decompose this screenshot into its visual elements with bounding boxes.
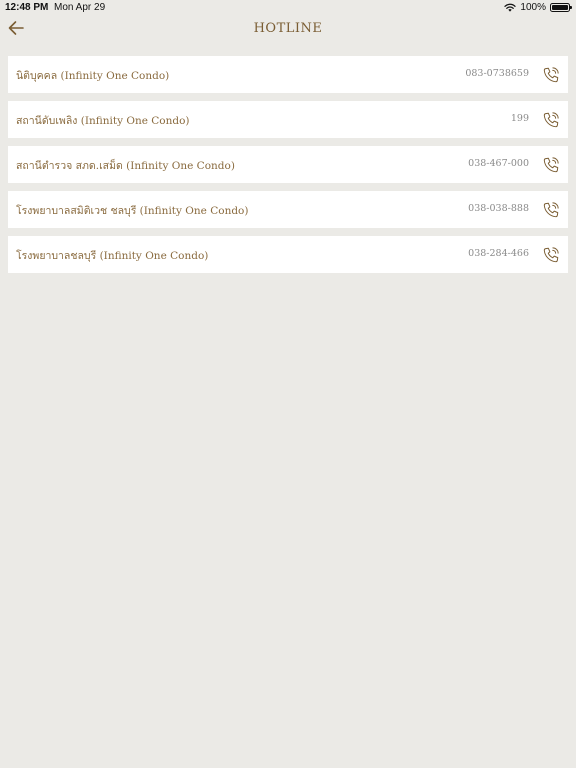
hotline-number: 083-0738659 bbox=[465, 68, 529, 79]
hotline-number: 199 bbox=[510, 113, 529, 124]
phone-call-icon bbox=[542, 111, 560, 129]
hotline-row[interactable]: สถานีดับเพลิง (Infinity One Condo) 199 bbox=[8, 101, 568, 138]
hotline-row[interactable]: สถานีตำรวจ สภด.เสม็ด (Infinity One Condo… bbox=[8, 146, 568, 183]
phone-call-icon bbox=[542, 66, 560, 84]
hotline-name: นิติบุคคล (Infinity One Condo) bbox=[16, 70, 170, 82]
hotline-number: 038-467-000 bbox=[468, 158, 529, 169]
phone-call-icon bbox=[542, 201, 560, 219]
status-date: Mon Apr 29 bbox=[54, 2, 106, 13]
app-screen: 12:48 PM Mon Apr 29 100% HOTLINE นิติบุค… bbox=[0, 0, 576, 768]
hotline-name: โรงพยาบาลชลบุรี (Infinity One Condo) bbox=[16, 250, 209, 262]
status-bar: 12:48 PM Mon Apr 29 100% bbox=[0, 0, 576, 16]
wifi-icon bbox=[504, 3, 517, 12]
call-button[interactable] bbox=[540, 109, 562, 131]
phone-call-icon bbox=[542, 156, 560, 174]
phone-call-icon bbox=[542, 246, 560, 264]
hotline-list: นิติบุคคล (Infinity One Condo) 083-07386… bbox=[8, 56, 568, 281]
status-time: 12:48 PM bbox=[5, 2, 49, 13]
battery-cap bbox=[570, 6, 572, 9]
page-title: HOTLINE bbox=[253, 21, 323, 36]
hotline-row[interactable]: นิติบุคคล (Infinity One Condo) 083-07386… bbox=[8, 56, 568, 93]
hotline-name: สถานีตำรวจ สภด.เสม็ด (Infinity One Condo… bbox=[16, 160, 235, 172]
call-button[interactable] bbox=[540, 154, 562, 176]
hotline-number: 038-284-466 bbox=[468, 248, 529, 259]
hotline-name: สถานีดับเพลิง (Infinity One Condo) bbox=[16, 115, 190, 127]
call-button[interactable] bbox=[540, 244, 562, 266]
status-indicators: 100% bbox=[504, 2, 572, 13]
hotline-row[interactable]: โรงพยาบาลชลบุรี (Infinity One Condo) 038… bbox=[8, 236, 568, 273]
call-button[interactable] bbox=[540, 64, 562, 86]
navigation-bar: HOTLINE bbox=[0, 16, 576, 46]
battery-icon bbox=[550, 3, 572, 12]
hotline-number: 038-038-888 bbox=[468, 203, 529, 214]
hotline-name: โรงพยาบาลสมิติเวช ชลบุรี (Infinity One C… bbox=[16, 205, 249, 217]
call-button[interactable] bbox=[540, 199, 562, 221]
hotline-row[interactable]: โรงพยาบาลสมิติเวช ชลบุรี (Infinity One C… bbox=[8, 191, 568, 228]
battery-fill bbox=[552, 5, 568, 10]
battery-percentage: 100% bbox=[520, 2, 546, 13]
